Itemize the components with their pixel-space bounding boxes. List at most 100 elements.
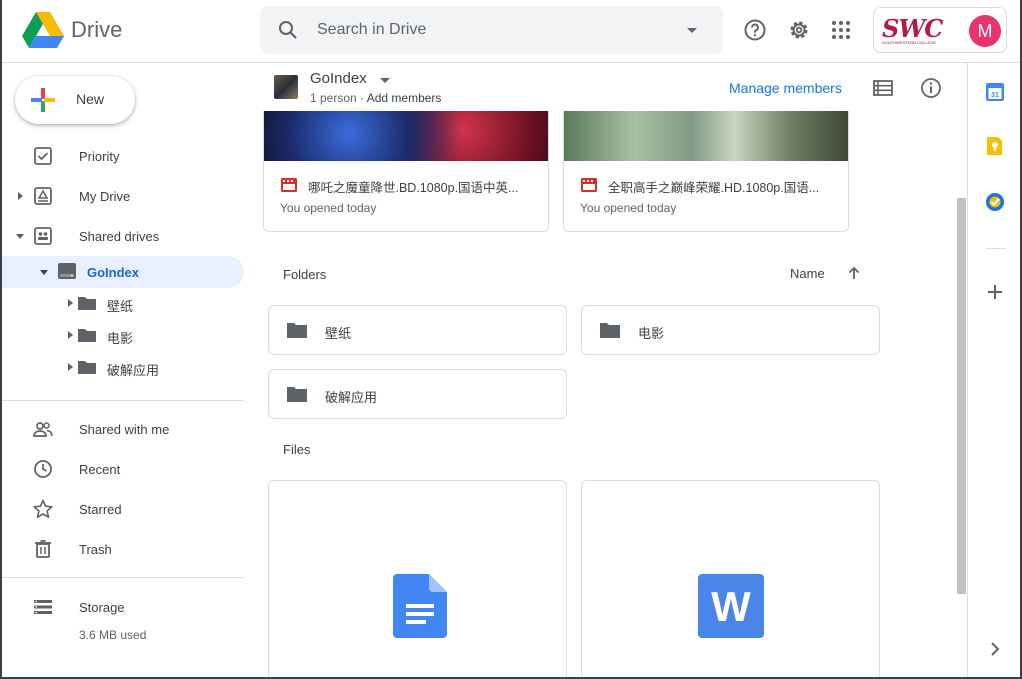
top-header: Drive Search in Drive SWC SOUTHWESTERN C… [2, 0, 1020, 63]
my-drive-icon [34, 187, 52, 205]
file-card-word-doc[interactable]: W [581, 480, 880, 677]
recent-file-subtitle: You opened today [280, 201, 377, 215]
sidebar-folder-movies[interactable]: 电影 [64, 321, 264, 349]
search-bar[interactable]: Search in Drive [260, 6, 723, 54]
sidebar-item-label: GoIndex [87, 265, 140, 280]
caret-right-icon[interactable] [64, 361, 76, 373]
app-window: Drive Search in Drive SWC SOUTHWESTERN C… [0, 0, 1022, 679]
folder-icon [78, 361, 96, 374]
clock-icon [34, 460, 52, 478]
manage-members-button[interactable]: Manage members [729, 80, 842, 96]
sort-by-name-button[interactable]: Name [790, 266, 825, 281]
drive-logo-icon[interactable] [22, 12, 64, 50]
sidebar-item-priority[interactable]: Priority [2, 140, 244, 172]
recent-file-card[interactable]: 哪吒之魔童降世.BD.1080p.国语中英... You opened toda… [263, 111, 549, 232]
google-keep-icon[interactable] [985, 136, 1005, 156]
star-icon [33, 499, 53, 519]
sidebar-item-storage[interactable]: Storage [2, 591, 244, 623]
google-tasks-icon[interactable] [985, 192, 1005, 212]
organization-logo-subtext: SOUTHWESTERN COLLEGE [882, 40, 937, 45]
side-panel-divider [986, 248, 1006, 249]
add-members-link[interactable]: Add members [367, 91, 442, 105]
word-document-icon: W [698, 574, 764, 638]
google-calendar-icon[interactable]: 31 [985, 82, 1005, 102]
plus-icon [31, 88, 55, 112]
drive-thumbnail [274, 75, 298, 99]
caret-right-icon[interactable] [64, 297, 76, 309]
help-icon[interactable] [743, 18, 767, 42]
sidebar-folder-label: 破解应用 [107, 363, 160, 378]
folder-card-cracked-apps[interactable]: 破解应用 [268, 369, 567, 419]
sidebar-item-shared-drives[interactable]: Shared drives [2, 220, 244, 252]
search-input[interactable]: Search in Drive [317, 21, 426, 39]
vertical-scrollbar[interactable] [957, 198, 966, 594]
arrow-up-icon[interactable] [846, 265, 862, 281]
organization-logo: SWC [882, 14, 943, 43]
sidebar-item-starred[interactable]: Starred [2, 493, 244, 525]
folder-name: 破解应用 [325, 390, 378, 405]
sidebar-item-my-drive[interactable]: My Drive [2, 180, 244, 212]
info-icon[interactable] [920, 77, 942, 99]
recent-file-card[interactable]: 全职高手之巅峰荣耀.HD.1080p.国语... You opened toda… [563, 111, 849, 232]
check-square-icon [34, 147, 52, 165]
new-button[interactable]: New [15, 76, 135, 124]
sidebar-item-label: Trash [79, 542, 112, 557]
sidebar-item-label: Shared drives [79, 229, 160, 244]
folder-name: 电影 [638, 326, 665, 341]
main-content: 哪吒之魔童降世.BD.1080p.国语中英... You opened toda… [246, 111, 954, 677]
app-name[interactable]: Drive [71, 17, 122, 43]
folder-card-wallpaper[interactable]: 壁纸 [268, 305, 567, 355]
storage-icon [34, 600, 52, 614]
sidebar-divider [2, 400, 244, 401]
sidebar-folder-cracked-apps[interactable]: 破解应用 [64, 353, 264, 381]
search-options-icon[interactable] [684, 22, 700, 38]
recent-file-title: 全职高手之巅峰荣耀.HD.1080p.国语... [608, 181, 820, 195]
sidebar-item-goindex[interactable]: GoIndex [2, 256, 244, 288]
separator-dot: · [360, 91, 365, 105]
caret-down-icon[interactable] [14, 230, 26, 242]
settings-gear-icon[interactable] [787, 18, 811, 42]
file-card-google-doc[interactable] [268, 480, 567, 677]
caret-right-icon[interactable] [14, 190, 26, 202]
video-file-icon [281, 178, 297, 192]
drive-name[interactable]: GoIndex [310, 70, 367, 87]
apps-grid-icon[interactable] [829, 18, 853, 42]
new-button-label: New [76, 91, 105, 107]
video-file-icon [581, 178, 597, 192]
video-thumbnail [264, 111, 548, 161]
list-view-icon[interactable] [872, 77, 894, 99]
sidebar-folder-label: 电影 [107, 331, 134, 346]
account-button[interactable]: SWC SOUTHWESTERN COLLEGE M [873, 7, 1007, 53]
chevron-down-icon[interactable] [378, 73, 392, 87]
drive-members-info: 1 person · Add members [310, 91, 441, 105]
google-docs-icon [393, 574, 447, 638]
folder-icon [78, 329, 96, 342]
sidebar-item-label: My Drive [79, 189, 131, 204]
caret-right-icon[interactable] [64, 329, 76, 341]
sidebar-item-trash[interactable]: Trash [2, 533, 244, 565]
avatar[interactable]: M [969, 15, 1001, 47]
word-letter: W [711, 583, 751, 630]
members-count: 1 person [310, 91, 357, 105]
folder-card-movies[interactable]: 电影 [581, 305, 880, 355]
folders-section-label: Folders [283, 267, 327, 282]
folder-icon [78, 297, 96, 310]
folder-icon [287, 387, 307, 402]
sidebar-item-label: Storage [79, 600, 125, 615]
sidebar-folder-label: 壁纸 [107, 299, 134, 314]
sidebar-item-recent[interactable]: Recent [2, 453, 244, 485]
people-icon [33, 422, 53, 437]
chevron-right-icon[interactable] [985, 639, 1005, 659]
search-icon[interactable] [276, 18, 300, 42]
video-thumbnail [564, 111, 848, 161]
sidebar-item-label: Priority [79, 149, 120, 164]
plus-icon[interactable] [985, 282, 1005, 302]
caret-down-icon[interactable] [38, 266, 50, 278]
storage-used-text: 3.6 MB used [79, 628, 147, 642]
sidebar-item-shared-with-me[interactable]: Shared with me [2, 413, 244, 445]
folder-icon [287, 323, 307, 338]
sidebar-folder-wallpaper[interactable]: 壁纸 [64, 289, 264, 317]
folder-icon [600, 323, 620, 338]
svg-text:31: 31 [991, 92, 999, 99]
sidebar-item-label: Starred [79, 502, 122, 517]
